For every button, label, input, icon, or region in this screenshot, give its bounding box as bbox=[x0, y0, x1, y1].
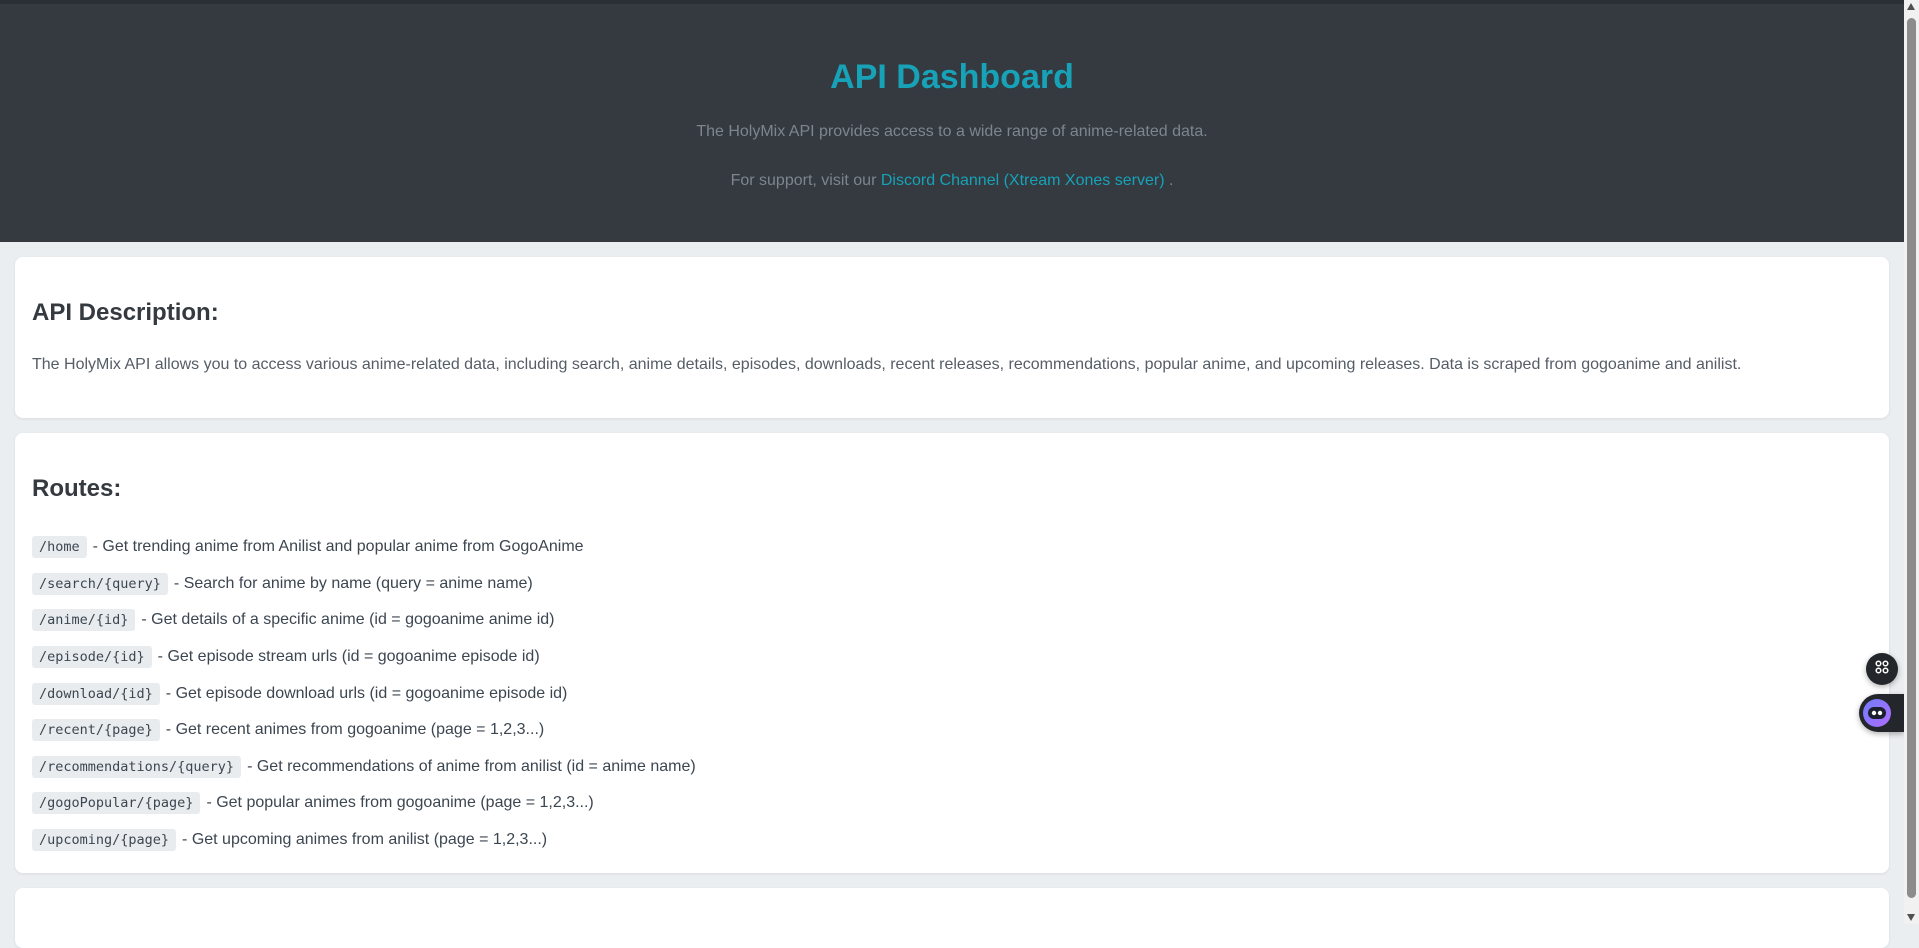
route-path: /recommendations/{query} bbox=[32, 755, 242, 778]
route-item: /episode/{id} - Get episode stream urls (… bbox=[32, 639, 696, 676]
route-path: /recent/{page} bbox=[32, 719, 160, 742]
robot-icon bbox=[1863, 699, 1891, 727]
route-path: /home bbox=[32, 536, 87, 559]
scroll-thumb[interactable] bbox=[1907, 18, 1916, 898]
page-header: API Dashboard The HolyMix API provides a… bbox=[0, 4, 1904, 242]
description-text: The HolyMix API allows you to access var… bbox=[32, 356, 1742, 373]
support-line: For support, visit our Discord Channel (… bbox=[0, 172, 1904, 190]
route-item: /recommendations/{query} - Get recommenda… bbox=[32, 749, 696, 786]
route-item: /gogoPopular/{page} - Get popular animes … bbox=[32, 785, 696, 822]
route-description: - Get trending anime from Anilist and po… bbox=[92, 538, 584, 556]
vertical-scrollbar[interactable] bbox=[1904, 0, 1919, 924]
route-path: /gogoPopular/{page} bbox=[32, 792, 201, 815]
routes-card: Routes: /home - Get trending anime from A… bbox=[15, 433, 1889, 873]
route-item: /upcoming/{page} - Get upcoming animes fr… bbox=[32, 822, 696, 859]
route-item: /home - Get trending anime from Anilist a… bbox=[32, 529, 696, 566]
route-item: /anime/{id} - Get details of a specific a… bbox=[32, 602, 696, 639]
api-description-card: API Description: The HolyMix API allows … bbox=[15, 257, 1889, 418]
grid-icon bbox=[1874, 659, 1890, 680]
route-description: - Get episode stream urls (id = gogoanim… bbox=[157, 648, 540, 666]
discord-link[interactable]: Discord Channel (Xtream Xones server) bbox=[881, 172, 1165, 189]
route-description: - Get upcoming animes from anilist (page… bbox=[182, 831, 548, 849]
route-item: /recent/{page} - Get recent animes from g… bbox=[32, 712, 696, 749]
header-subtitle: The HolyMix API provides access to a wid… bbox=[696, 123, 1208, 140]
support-suffix: . bbox=[1164, 172, 1174, 189]
route-description: - Get details of a specific anime (id = … bbox=[141, 611, 555, 629]
route-path: /search/{query} bbox=[32, 572, 168, 595]
route-item: /download/{id} - Get episode download url… bbox=[32, 675, 696, 712]
route-path: /episode/{id} bbox=[32, 646, 152, 669]
route-description: - Get recent animes from gogoanime (page… bbox=[165, 721, 545, 739]
route-path: /anime/{id} bbox=[32, 609, 136, 632]
route-list: /home - Get trending anime from Anilist a… bbox=[32, 529, 696, 858]
route-description: - Get recommendations of anime from anil… bbox=[247, 757, 696, 775]
page-title: API Dashboard bbox=[830, 58, 1074, 96]
route-description: - Search for anime by name (query = anim… bbox=[173, 574, 533, 592]
scroll-down-arrow-icon[interactable] bbox=[1907, 914, 1915, 921]
next-card bbox=[15, 888, 1889, 948]
route-path: /download/{id} bbox=[32, 682, 160, 705]
route-description: - Get episode download urls (id = gogoan… bbox=[165, 684, 568, 702]
assistant-button[interactable] bbox=[1859, 694, 1904, 732]
support-prefix: For support, visit our bbox=[730, 172, 881, 189]
description-heading: API Description: bbox=[32, 299, 219, 326]
grid-button[interactable] bbox=[1866, 653, 1898, 685]
routes-heading: Routes: bbox=[32, 475, 122, 502]
route-item: /search/{query} - Search for anime by nam… bbox=[32, 566, 696, 603]
route-description: - Get popular animes from gogoanime (pag… bbox=[206, 794, 594, 812]
scroll-up-arrow-icon[interactable] bbox=[1907, 3, 1915, 10]
route-path: /upcoming/{page} bbox=[32, 829, 177, 852]
